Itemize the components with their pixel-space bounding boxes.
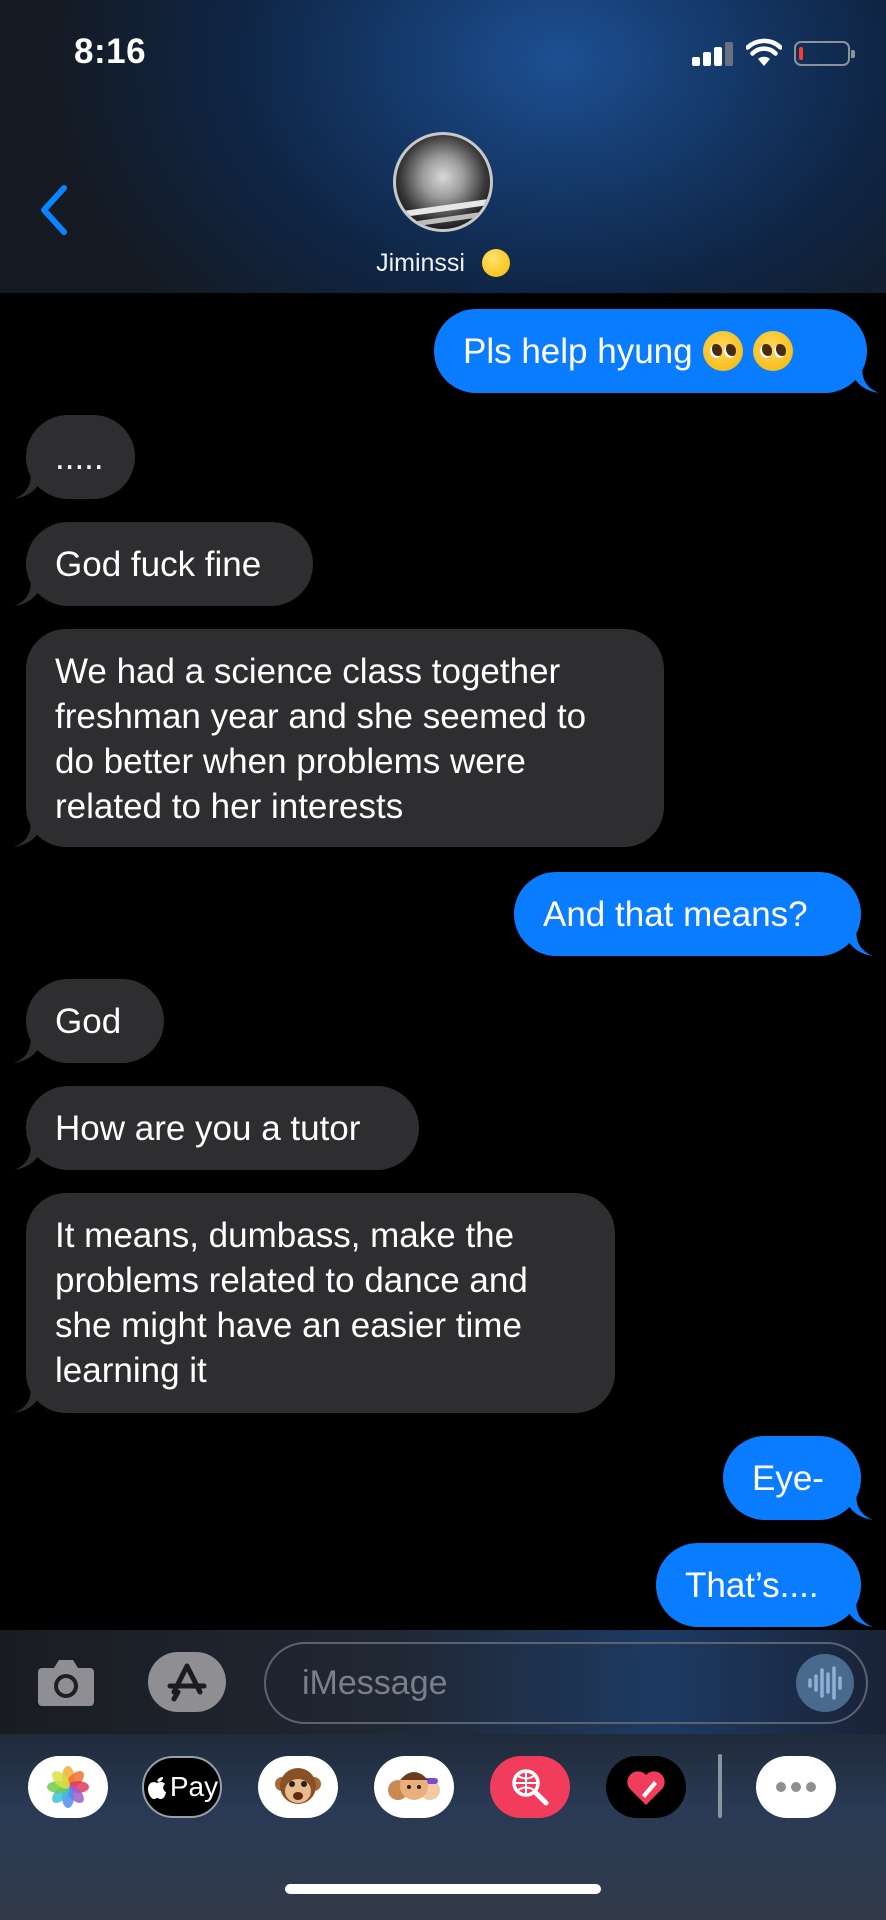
- cellular-signal-icon: [692, 42, 738, 66]
- digital-touch-app-button[interactable]: [606, 1756, 686, 1818]
- message-thread[interactable]: Pls help hyung ..... God fuck fine We ha…: [0, 293, 886, 1630]
- message-bubble-outgoing[interactable]: That’s....: [656, 1543, 873, 1627]
- photos-app-button[interactable]: [28, 1756, 108, 1818]
- message-text: Pls help hyung: [463, 331, 693, 371]
- message-bubble-incoming[interactable]: God: [14, 979, 164, 1063]
- app-store-icon: [167, 1663, 207, 1702]
- web-search-app-button[interactable]: [490, 1756, 570, 1818]
- animoji-icon: [275, 1768, 321, 1804]
- message-line: We had a science class together: [55, 652, 561, 691]
- message-bubble-incoming[interactable]: We had a science class together freshman…: [14, 629, 664, 847]
- message-bubble-outgoing[interactable]: Pls help hyung: [434, 309, 879, 393]
- message-line: learning it: [55, 1351, 207, 1390]
- camera-icon[interactable]: [36, 1656, 96, 1708]
- message-line: do better when problems were: [55, 742, 526, 781]
- contact-name: Jiminssi: [376, 248, 465, 277]
- message-text: God: [55, 1001, 122, 1041]
- message-bubble-incoming[interactable]: How are you a tutor: [14, 1086, 419, 1170]
- message-text: God fuck fine: [55, 544, 262, 584]
- more-apps-button[interactable]: [756, 1756, 836, 1818]
- home-indicator[interactable]: [285, 1884, 601, 1894]
- status-time: 8:16: [74, 32, 147, 71]
- back-chevron-icon[interactable]: [34, 180, 78, 240]
- message-line: It means, dumbass, make the: [55, 1216, 515, 1255]
- wifi-icon: [746, 38, 782, 66]
- more-icon: [776, 1782, 816, 1792]
- message-bubble-incoming[interactable]: It means, dumbass, make the problems rel…: [14, 1193, 615, 1413]
- message-bubble-incoming[interactable]: God fuck fine: [14, 522, 313, 606]
- digital-touch-icon: [627, 1771, 665, 1805]
- contact-avatar[interactable]: [393, 132, 493, 232]
- memoji-icon: [388, 1772, 440, 1800]
- message-bubble-incoming[interactable]: .....: [14, 415, 135, 499]
- waveform-icon: [808, 1666, 842, 1700]
- battery-icon: [794, 41, 855, 66]
- photos-icon: [47, 1766, 89, 1808]
- apple-pay-icon: [147, 1777, 166, 1799]
- message-text: Eye-: [752, 1458, 824, 1498]
- app-store-button[interactable]: [148, 1652, 226, 1712]
- drawer-divider: [718, 1754, 722, 1818]
- message-line: freshman year and she seemed to: [55, 697, 587, 736]
- imessage-input[interactable]: iMessage: [264, 1642, 868, 1724]
- message-text: How are you a tutor: [55, 1108, 361, 1148]
- message-bubble-outgoing[interactable]: Eye-: [723, 1436, 873, 1520]
- apple-pay-label: Pay: [169, 1771, 219, 1802]
- message-text: .....: [55, 437, 104, 477]
- contact-name-button[interactable]: Jiminssi: [0, 248, 886, 278]
- message-text: That’s....: [685, 1565, 819, 1605]
- apple-pay-button[interactable]: Pay: [142, 1756, 222, 1818]
- message-text: And that means?: [543, 894, 808, 934]
- animoji-app-button[interactable]: [258, 1756, 338, 1818]
- zany-face-emoji-icon: [481, 249, 510, 278]
- compose-bar: iMessage: [0, 1630, 886, 1734]
- web-search-icon: [512, 1769, 549, 1806]
- audio-message-button[interactable]: [796, 1654, 854, 1712]
- message-bubble-outgoing[interactable]: And that means?: [514, 872, 873, 956]
- pleading-face-emoji-icon: [702, 331, 743, 371]
- app-drawer: Pay: [0, 1734, 886, 1920]
- conversation-header: 8:16 Jiminssi: [0, 0, 886, 293]
- pleading-face-emoji-icon: [752, 331, 793, 371]
- imessage-placeholder: iMessage: [302, 1663, 448, 1702]
- memoji-app-button[interactable]: [374, 1756, 454, 1818]
- message-line: problems related to dance and: [55, 1261, 528, 1300]
- message-line: she might have an easier time: [55, 1306, 522, 1345]
- message-line: related to her interests: [55, 787, 404, 826]
